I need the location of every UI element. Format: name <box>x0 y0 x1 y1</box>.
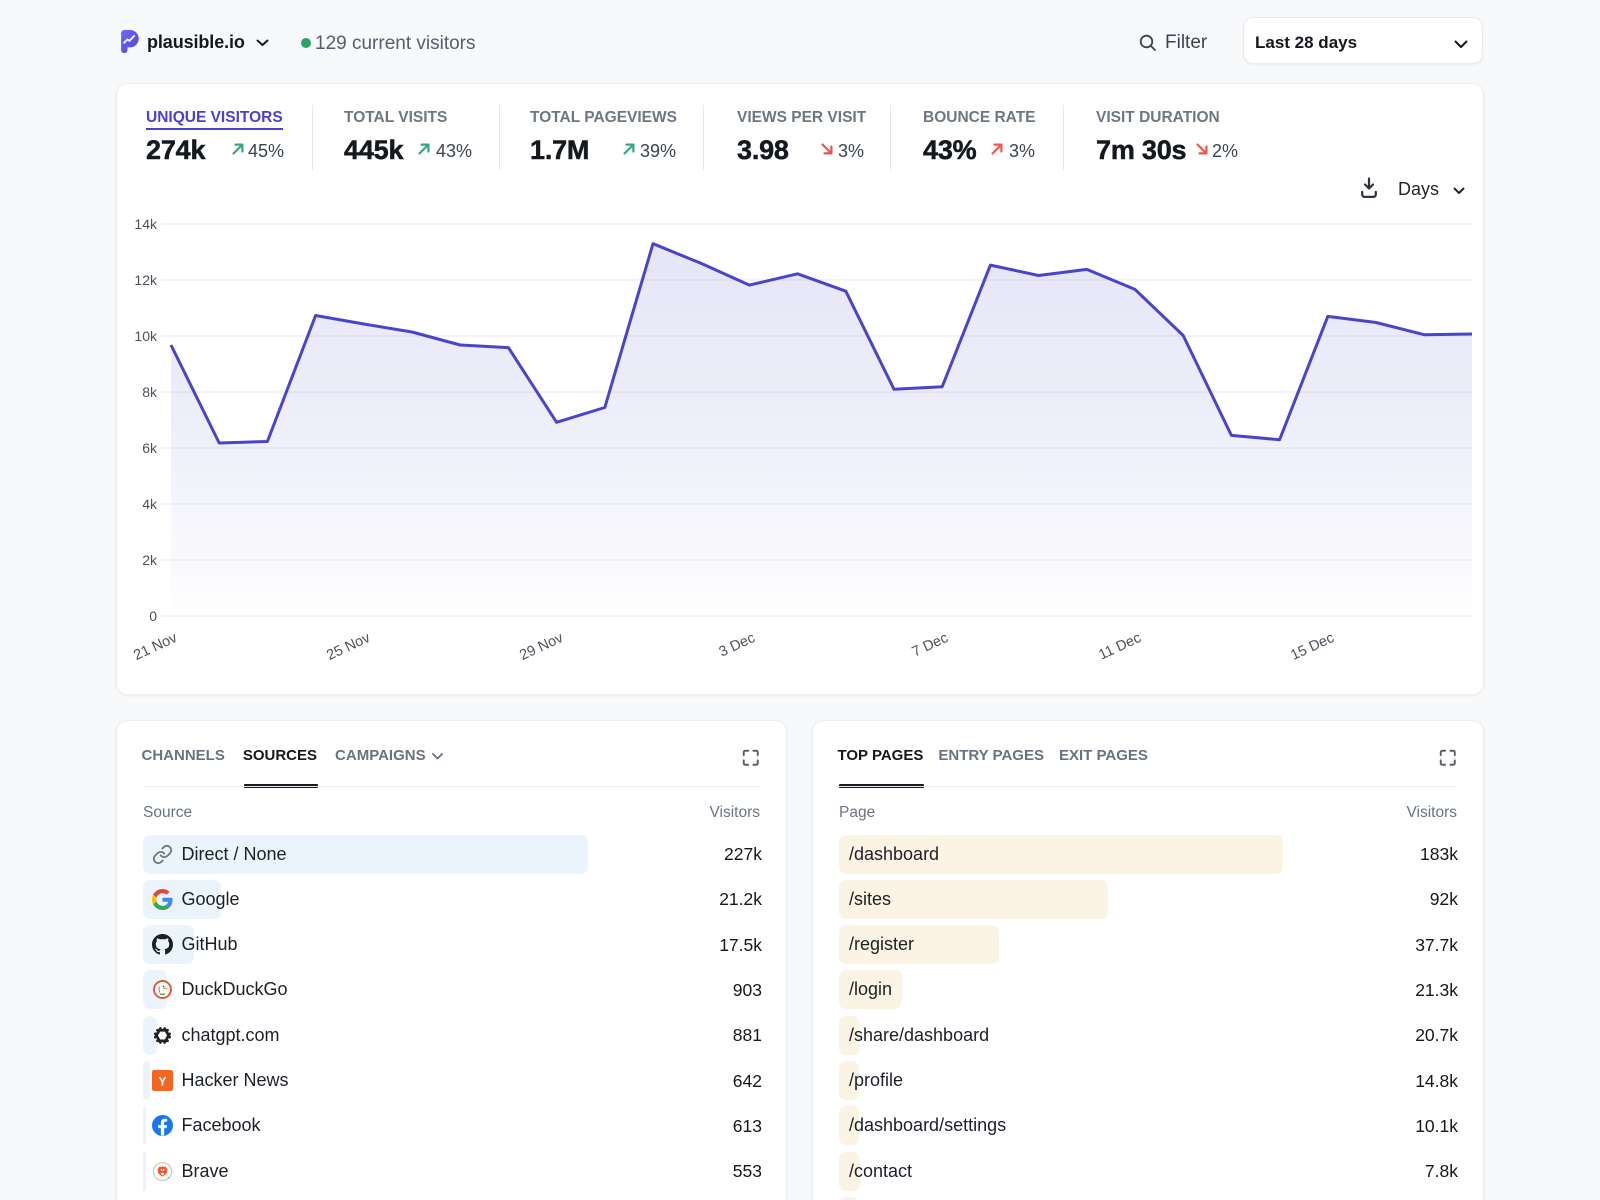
svg-text:Y: Y <box>158 1074 166 1088</box>
